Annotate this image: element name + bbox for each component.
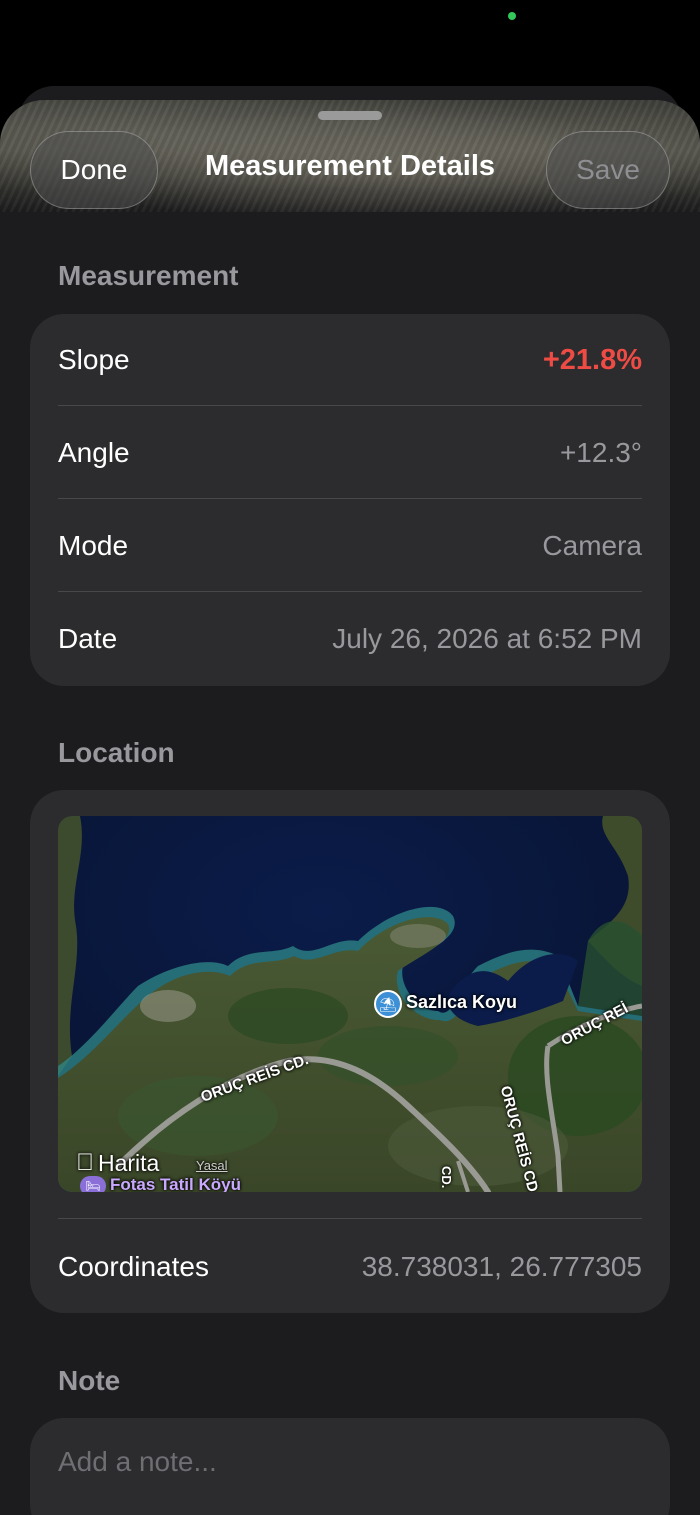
coordinates-label: Coordinates xyxy=(58,1251,209,1282)
poi-label[interactable]: Sazlıca Koyu xyxy=(406,992,517,1013)
location-card: ⛱ Sazlıca Koyu ORUÇ REİS CD. ORUÇ REİS C… xyxy=(30,790,670,1313)
date-row: Date July 26, 2026 at 6:52 PM xyxy=(58,593,642,685)
angle-row: Angle +12.3° xyxy=(58,407,642,499)
coordinates-value: 38.738031, 26.777305 xyxy=(361,1251,642,1282)
satellite-map[interactable]: ⛱ Sazlıca Koyu ORUÇ REİS CD. ORUÇ REİS C… xyxy=(58,816,642,1192)
slope-value: +21.8% xyxy=(542,343,642,376)
divider xyxy=(58,498,642,499)
divider xyxy=(58,591,642,592)
note-placeholder[interactable]: Add a note... xyxy=(58,1446,217,1478)
angle-value: +12.3° xyxy=(559,437,642,468)
mode-value: Camera xyxy=(542,530,642,561)
note-section-header: Note xyxy=(58,1365,121,1396)
divider xyxy=(58,1218,642,1219)
apple-logo-icon:  xyxy=(76,1149,94,1177)
map-imagery xyxy=(58,816,642,1192)
date-label: Date xyxy=(58,623,118,654)
location-section-header: Location xyxy=(58,737,175,768)
sheet-grabber[interactable] xyxy=(318,111,382,120)
mode-row: Mode Camera xyxy=(58,500,642,592)
save-button[interactable]: Save xyxy=(546,131,670,209)
note-field[interactable]: Add a note... xyxy=(30,1418,670,1515)
measurement-section-header: Measurement xyxy=(58,260,239,291)
hotel-label[interactable]: Fotas Tatil Köyü xyxy=(110,1175,241,1192)
slope-row: Slope +21.8% xyxy=(58,314,642,406)
slope-label: Slope xyxy=(58,344,130,375)
divider xyxy=(58,405,642,406)
coordinates-row: Coordinates 38.738031, 26.777305 xyxy=(58,1221,642,1313)
mode-label: Mode xyxy=(58,530,129,561)
legal-link[interactable]: Yasal xyxy=(196,1158,228,1173)
bed-icon: 🛏 xyxy=(80,1176,106,1192)
date-value: July 26, 2026 at 6:52 PM xyxy=(332,623,642,654)
angle-label: Angle xyxy=(58,437,130,468)
measurement-card: Slope +21.8% Angle +12.3° Mode Camera Da… xyxy=(30,314,670,686)
measurement-details-sheet: Done Measurement Details Save Measuremen… xyxy=(0,100,700,1515)
camera-indicator-dot xyxy=(508,12,516,20)
road-label: CD. xyxy=(439,1166,454,1189)
beach-umbrella-icon[interactable]: ⛱ xyxy=(374,990,402,1018)
map-brand: Harita xyxy=(98,1150,160,1176)
